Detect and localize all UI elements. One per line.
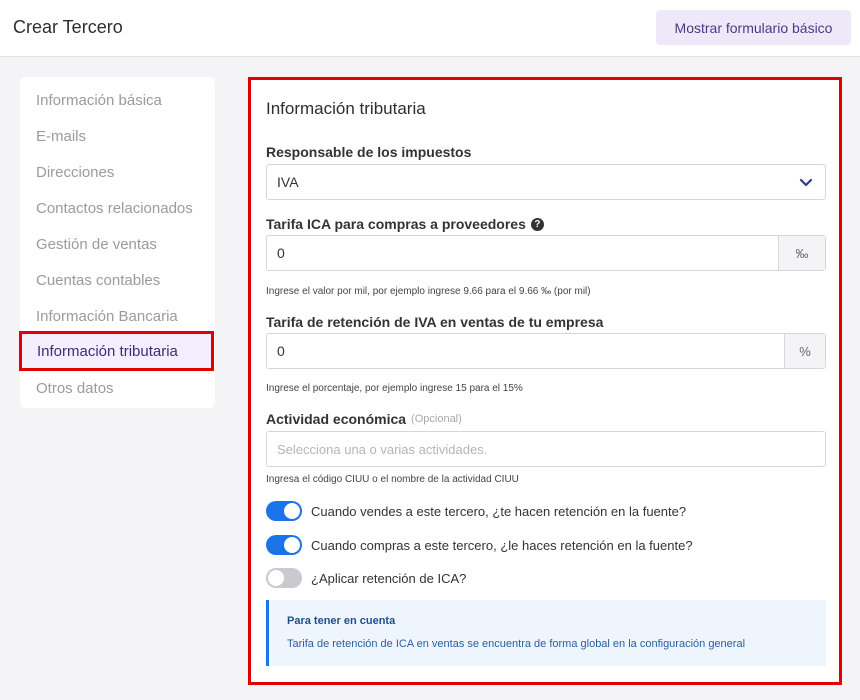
per-mille-addon: ‰ xyxy=(778,236,825,270)
percent-addon: % xyxy=(784,334,825,368)
tax-responsible-label-text: Responsable de los impuestos xyxy=(266,144,472,160)
economic-activity-input[interactable]: Selecciona una o varias actividades. xyxy=(266,431,826,467)
economic-activity-label: Actividad económica (Opcional) xyxy=(266,411,462,427)
sidebar-item-informacion-bancaria[interactable]: Información Bancaria xyxy=(20,298,215,334)
economic-activity-help: Ingresa el código CIUU o el nombre de la… xyxy=(266,474,519,485)
toggle-knob xyxy=(268,570,284,586)
panel-title: Información tributaria xyxy=(266,99,426,118)
toggle-row-purchase-retention: Cuando compras a este tercero, ¿le haces… xyxy=(266,535,693,555)
sidebar-item-otros-datos[interactable]: Otros datos xyxy=(20,370,215,406)
sidebar-item-cuentas-contables[interactable]: Cuentas contables xyxy=(20,262,215,298)
toggle-row-ica-retention: ¿Aplicar retención de ICA? xyxy=(266,568,466,588)
iva-retention-input-group: 0 % xyxy=(266,333,826,369)
iva-retention-label: Tarifa de retención de IVA en ventas de … xyxy=(266,314,603,330)
iva-retention-help: Ingrese el porcentaje, por ejemplo ingre… xyxy=(266,383,523,394)
help-icon[interactable]: ? xyxy=(530,217,544,231)
sidebar-item-gestion-ventas[interactable]: Gestión de ventas xyxy=(20,226,215,262)
ica-rate-label-text: Tarifa ICA para compras a proveedores xyxy=(266,216,526,232)
sales-retention-label: Cuando vendes a este tercero, ¿te hacen … xyxy=(311,503,687,519)
sidebar-item-contactos-relacionados[interactable]: Contactos relacionados xyxy=(20,190,215,226)
tax-responsible-value: IVA xyxy=(277,174,299,190)
toggle-row-sales-retention: Cuando vendes a este tercero, ¿te hacen … xyxy=(266,501,686,521)
sales-retention-toggle[interactable] xyxy=(266,501,302,521)
ica-rate-help: Ingrese el valor por mil, por ejemplo in… xyxy=(266,286,591,297)
show-basic-form-button[interactable]: Mostrar formulario básico xyxy=(656,10,851,45)
iva-retention-label-text: Tarifa de retención de IVA en ventas de … xyxy=(266,314,604,330)
tax-info-panel: Información tributaria Responsable de lo… xyxy=(248,77,842,685)
tax-responsible-select[interactable]: IVA xyxy=(266,164,826,200)
ica-rate-input[interactable]: 0 xyxy=(267,236,778,270)
top-bar: Crear Tercero Mostrar formulario básico xyxy=(0,0,860,57)
tax-responsible-label: Responsable de los impuestos xyxy=(266,144,471,160)
sidebar-item-informacion-tributaria[interactable]: Información tributaria xyxy=(19,331,214,371)
info-note: Para tener en cuenta Tarifa de retención… xyxy=(266,600,826,666)
info-note-text: Tarifa de retención de ICA en ventas se … xyxy=(287,638,746,650)
chevron-down-icon xyxy=(799,178,813,187)
economic-activity-label-text: Actividad económica xyxy=(266,411,407,427)
iva-retention-input[interactable]: 0 xyxy=(267,334,784,368)
sidebar: Información básica E-mails Direcciones C… xyxy=(19,77,215,408)
sidebar-item-emails[interactable]: E-mails xyxy=(20,118,215,154)
sidebar-item-direcciones[interactable]: Direcciones xyxy=(20,154,215,190)
ica-retention-label: ¿Aplicar retención de ICA? xyxy=(311,570,467,586)
optional-tag: (Opcional) xyxy=(411,413,462,425)
toggle-knob xyxy=(284,503,300,519)
purchase-retention-toggle[interactable] xyxy=(266,535,302,555)
ica-rate-label: Tarifa ICA para compras a proveedores ? xyxy=(266,216,544,232)
ica-retention-toggle[interactable] xyxy=(266,568,302,588)
sidebar-item-informacion-basica[interactable]: Información básica xyxy=(20,82,215,118)
toggle-knob xyxy=(284,537,300,553)
page-title: Crear Tercero xyxy=(13,17,123,37)
info-note-title: Para tener en cuenta xyxy=(287,615,396,627)
purchase-retention-label: Cuando compras a este tercero, ¿le haces… xyxy=(311,537,693,553)
ica-rate-input-group: 0 ‰ xyxy=(266,235,826,271)
